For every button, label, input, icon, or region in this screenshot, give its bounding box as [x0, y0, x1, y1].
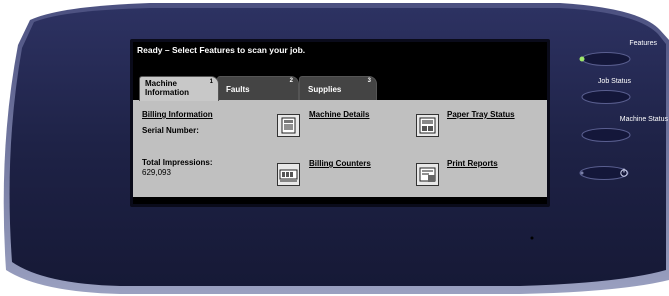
tab-machine-information[interactable]: Machine Information 1	[139, 76, 219, 101]
tab-faults[interactable]: Faults 2	[217, 76, 299, 100]
indicator-led-icon	[579, 56, 585, 62]
total-impressions-label: Total Impressions:	[142, 158, 213, 167]
counter-icon[interactable]	[277, 163, 300, 186]
serial-number-label: Serial Number:	[142, 126, 199, 135]
billing-counters-button[interactable]: Billing Counters	[309, 159, 371, 168]
billing-information-link[interactable]: Billing Information	[142, 110, 213, 119]
tab-label: Faults	[226, 85, 250, 94]
total-impressions-value: 629,093	[142, 168, 171, 177]
tab-label: Supplies	[308, 85, 342, 94]
report-icon[interactable]	[416, 163, 439, 186]
touch-screen: Ready – Select Features to scan your job…	[133, 42, 547, 204]
features-label: Features	[629, 40, 657, 47]
status-message: Ready – Select Features to scan your job…	[137, 45, 306, 55]
machine-status-label: Machine Status	[619, 116, 668, 123]
machine-status-button[interactable]	[576, 127, 632, 143]
tab-number: 2	[289, 78, 293, 84]
paper-tray-icon[interactable]	[416, 114, 439, 137]
machine-details-button[interactable]: Machine Details	[309, 110, 369, 119]
machine-information-panel: Billing Information Serial Number: Total…	[133, 100, 547, 197]
tab-number: 1	[209, 79, 213, 85]
job-status-label: Job Status	[597, 78, 631, 85]
tab-supplies[interactable]: Supplies 3	[299, 76, 377, 100]
tab-label: Machine Information	[145, 79, 189, 97]
power-saver-button[interactable]	[576, 165, 638, 181]
tab-bar: Machine Information 1 Faults 2 Supplies …	[133, 76, 547, 101]
paper-tray-status-button[interactable]: Paper Tray Status	[447, 110, 515, 119]
print-reports-button[interactable]: Print Reports	[447, 159, 498, 168]
features-button[interactable]	[576, 51, 632, 67]
job-status-button[interactable]	[576, 89, 632, 105]
tab-number: 3	[367, 78, 371, 84]
printer-icon[interactable]	[277, 114, 300, 137]
